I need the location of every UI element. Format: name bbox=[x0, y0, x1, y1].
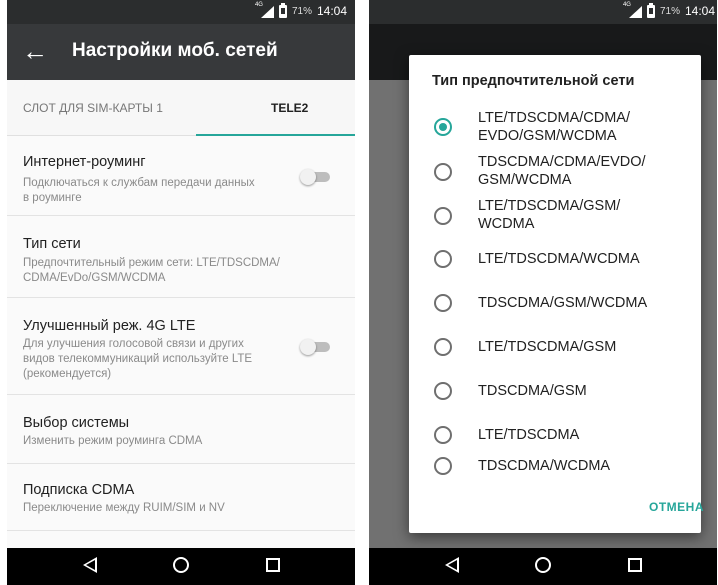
option-label: LTE/TDSCDMA/GSM bbox=[478, 339, 617, 355]
radio-button[interactable] bbox=[434, 207, 452, 225]
setting-subtitle: Для улучшения голосовой связи и других в… bbox=[23, 338, 253, 380]
setting-subtitle: Предпочтительный режим сети: LTE/TDSCDMA… bbox=[23, 257, 280, 284]
status-bar: 4G 71% 14:04 bbox=[369, 0, 717, 24]
radio-button[interactable] bbox=[434, 163, 452, 181]
radio-button-checked[interactable] bbox=[434, 118, 452, 136]
nav-back-icon[interactable] bbox=[445, 557, 459, 573]
nav-home-icon[interactable] bbox=[535, 557, 551, 573]
setting-subtitle: Изменить режим роуминга CDMA bbox=[23, 435, 203, 447]
setting-title: Улучшенный реж. 4G LTE bbox=[23, 318, 196, 334]
navigation-bar bbox=[369, 548, 717, 585]
option-label: TDSCDMA/WCDMA bbox=[478, 458, 611, 474]
settings-screen: 4G 71% 14:04 ← Настройки моб. сетей СЛОТ… bbox=[7, 0, 355, 585]
tab-sim-slot-1[interactable]: СЛОТ ДЛЯ SIM-КАРТЫ 1 bbox=[23, 80, 163, 136]
status-bar: 4G 71% 14:04 bbox=[7, 0, 355, 24]
setting-title: Подписка CDMA bbox=[23, 482, 135, 498]
tab-tele2[interactable]: TELE2 bbox=[271, 80, 308, 136]
option-label: TDSCDMA/CDMA/EVDO/ GSM/WCDMA bbox=[478, 154, 646, 188]
setting-title: Интернет-роуминг bbox=[23, 154, 146, 170]
radio-button[interactable] bbox=[434, 382, 452, 400]
option-label: LTE/TDSCDMA/CDMA/ EVDO/GSM/WCDMA bbox=[478, 110, 630, 144]
network-option[interactable]: LTE/TDSCDMA/GSM/ WCDMA bbox=[409, 193, 701, 237]
network-option[interactable]: LTE/TDSCDMA bbox=[409, 413, 701, 457]
nav-recent-apps-icon[interactable] bbox=[266, 558, 280, 572]
setting-subtitle: Переключение между RUIM/SIM и NV bbox=[23, 502, 225, 514]
option-label: TDSCDMA/GSM/WCDMA bbox=[478, 295, 648, 311]
network-option[interactable]: LTE/TDSCDMA/CDMA/ EVDO/GSM/WCDMA bbox=[409, 105, 701, 149]
radio-button[interactable] bbox=[434, 338, 452, 356]
battery-icon bbox=[646, 2, 655, 18]
option-label: TDSCDMA/GSM bbox=[478, 383, 587, 399]
battery-percent: 71% bbox=[291, 5, 312, 17]
network-type-dialog-screen: 4G 71% 14:04 Тип предпочтительной сети L… bbox=[369, 0, 717, 585]
setting-cdma-subscription[interactable]: Подписка CDMA Переключение между RUIM/SI… bbox=[7, 464, 355, 531]
network-option[interactable]: LTE/TDSCDMA/WCDMA bbox=[409, 237, 701, 281]
setting-title: Выбор системы bbox=[23, 415, 130, 431]
sim-tabs: СЛОТ ДЛЯ SIM-КАРТЫ 1 TELE2 bbox=[7, 80, 355, 136]
option-label: LTE/TDSCDMA bbox=[478, 427, 580, 443]
data-roaming-toggle[interactable] bbox=[300, 169, 332, 185]
network-option[interactable]: TDSCDMA/CDMA/EVDO/ GSM/WCDMA bbox=[409, 149, 701, 193]
enhanced-4g-lte-toggle[interactable] bbox=[300, 339, 332, 355]
back-arrow-icon[interactable]: ← bbox=[19, 36, 51, 68]
setting-subtitle: Подключаться к службам передачи данных в… bbox=[23, 177, 255, 204]
radio-button[interactable] bbox=[434, 457, 452, 475]
network-option[interactable]: LTE/TDSCDMA/GSM bbox=[409, 325, 701, 369]
signal-icon: 4G bbox=[623, 2, 642, 18]
status-time: 14:04 bbox=[316, 4, 347, 18]
setting-data-roaming[interactable]: Интернет-роуминг Подключаться к службам … bbox=[7, 136, 355, 216]
setting-network-type[interactable]: Тип сети Предпочтительный режим сети: LT… bbox=[7, 216, 355, 298]
setting-title: Тип сети bbox=[23, 236, 81, 252]
radio-button[interactable] bbox=[434, 426, 452, 444]
network-type-dialog: Тип предпочтительной сети LTE/TDSCDMA/CD… bbox=[409, 55, 704, 533]
radio-button[interactable] bbox=[434, 294, 452, 312]
page-title: Настройки моб. сетей bbox=[72, 40, 278, 61]
setting-enhanced-4g-lte[interactable]: Улучшенный реж. 4G LTE Для улучшения гол… bbox=[7, 298, 355, 395]
radio-button[interactable] bbox=[434, 250, 452, 268]
toolbar: ← Настройки моб. сетей bbox=[7, 24, 355, 80]
navigation-bar bbox=[7, 548, 355, 585]
network-option[interactable]: TDSCDMA/WCDMA bbox=[409, 457, 701, 501]
option-label: LTE/TDSCDMA/WCDMA bbox=[478, 251, 640, 267]
nav-recent-apps-icon[interactable] bbox=[628, 558, 642, 572]
status-time: 14:04 bbox=[684, 4, 715, 18]
network-option[interactable]: TDSCDMA/GSM/WCDMA bbox=[409, 281, 701, 325]
dialog-title: Тип предпочтительной сети bbox=[432, 73, 635, 89]
battery-icon bbox=[278, 2, 287, 18]
option-label: LTE/TDSCDMA/GSM/ WCDMA bbox=[478, 198, 621, 232]
cancel-button[interactable]: ОТМЕНА bbox=[649, 500, 704, 514]
battery-percent: 71% bbox=[659, 5, 680, 17]
nav-home-icon[interactable] bbox=[173, 557, 189, 573]
setting-system-select[interactable]: Выбор системы Изменить режим роуминга CD… bbox=[7, 395, 355, 464]
network-option[interactable]: TDSCDMA/GSM bbox=[409, 369, 701, 413]
nav-back-icon[interactable] bbox=[83, 557, 97, 573]
signal-icon: 4G bbox=[255, 2, 274, 18]
